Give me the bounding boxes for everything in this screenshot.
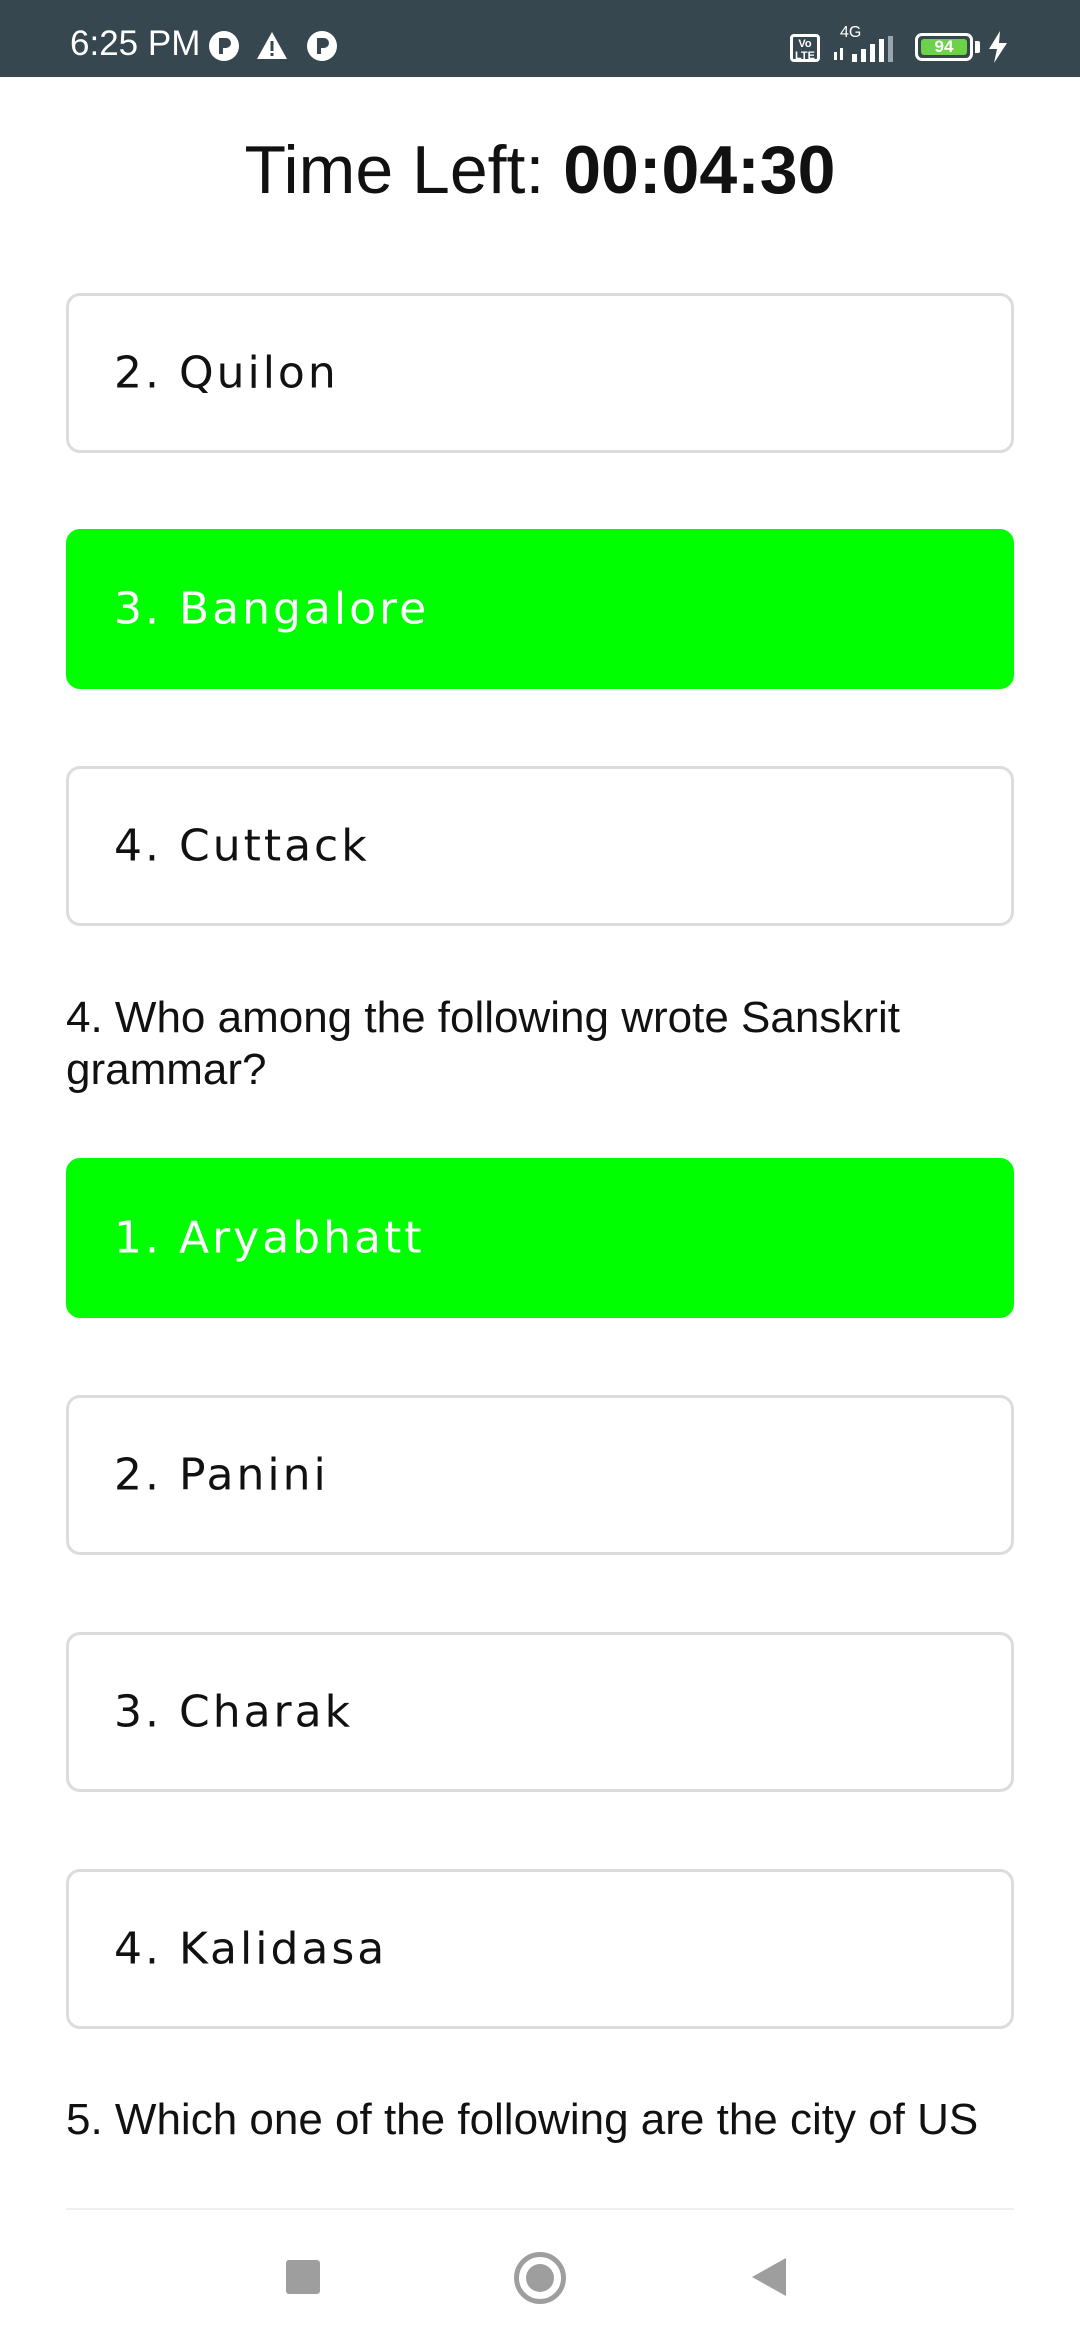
option-label: 4. Cuttack [114, 820, 370, 872]
navigation-bar [0, 2218, 1080, 2340]
option-label: 3. Charak [114, 1686, 354, 1738]
home-icon[interactable] [514, 2252, 566, 2304]
charging-bolt-icon [989, 31, 1007, 63]
signal-icon [834, 36, 893, 62]
question-4: 4. Who among the following wrote Sanskri… [66, 993, 900, 1094]
timer: Time Left: 00:04:30 [0, 130, 1080, 210]
recent-apps-icon[interactable] [286, 2260, 320, 2294]
notification-p-icon [209, 31, 239, 61]
home-icon-inner [526, 2264, 554, 2292]
option-label: 1. Aryabhatt [114, 1212, 425, 1264]
timer-label: Time Left: [244, 132, 564, 208]
option-label: 2. Quilon [114, 347, 339, 399]
option-quilon[interactable]: 2. Quilon [66, 293, 1014, 453]
next-option-edge [66, 2208, 1014, 2210]
volte-icon: Vo LTE [790, 34, 820, 62]
option-kalidasa[interactable]: 4. Kalidasa [66, 1869, 1014, 2029]
option-label: 4. Kalidasa [114, 1923, 388, 1975]
option-charak[interactable]: 3. Charak [66, 1632, 1014, 1792]
option-cuttack[interactable]: 4. Cuttack [66, 766, 1014, 926]
notification-p-icon [307, 31, 337, 61]
option-bangalore[interactable]: 3. Bangalore [66, 529, 1014, 689]
battery-icon: 94 [915, 33, 973, 61]
option-label: 2. Panini [114, 1449, 329, 1501]
option-label: 3. Bangalore [114, 583, 430, 635]
battery-level: 94 [921, 38, 967, 55]
timer-value: 00:04:30 [563, 132, 836, 208]
back-icon[interactable] [752, 2258, 786, 2296]
warning-icon [257, 32, 287, 59]
status-time: 6:25 PM [70, 24, 201, 63]
status-bar: 6:25 PM Vo LTE 4G 94 [0, 0, 1080, 77]
question-5: 5. Which one of the following are the ci… [66, 2095, 979, 2144]
option-panini[interactable]: 2. Panini [66, 1395, 1014, 1555]
option-aryabhatt[interactable]: 1. Aryabhatt [66, 1158, 1014, 1318]
battery-tip [975, 41, 980, 53]
